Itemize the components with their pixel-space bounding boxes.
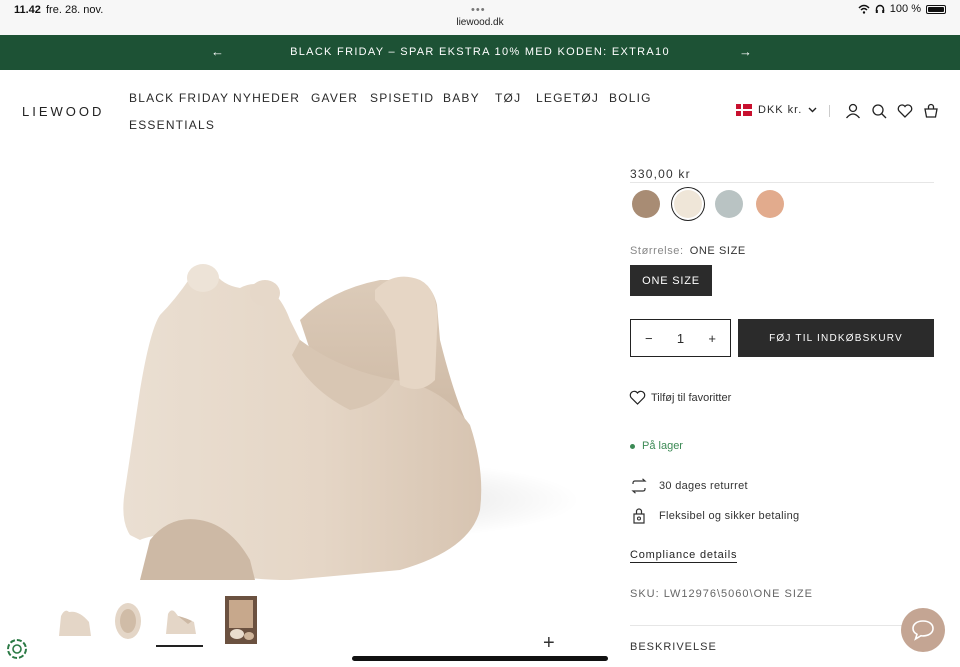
denmark-flag-icon bbox=[736, 104, 752, 116]
status-indicators: 100 % bbox=[858, 3, 946, 15]
return-arrows-icon bbox=[631, 478, 647, 494]
home-indicator[interactable] bbox=[352, 656, 608, 661]
quantity-stepper: − 1 + bbox=[630, 319, 731, 357]
active-thumbnail-indicator bbox=[156, 645, 203, 647]
thumbnail-4[interactable] bbox=[217, 596, 265, 644]
color-swatch-sandy[interactable] bbox=[674, 190, 702, 218]
color-swatch-blue-grey[interactable] bbox=[715, 190, 743, 218]
wifi-icon bbox=[858, 4, 870, 14]
account-icon[interactable] bbox=[844, 102, 862, 120]
size-key: Størrelse: bbox=[630, 245, 684, 257]
add-to-cart-button[interactable]: FØJ TIL INDKØBSKURV bbox=[738, 319, 934, 357]
favorites-label: Tilføj til favoritter bbox=[651, 391, 732, 404]
product-image-potty[interactable] bbox=[0, 140, 610, 590]
nav-item-nyheder[interactable]: NYHEDER bbox=[233, 91, 300, 105]
nav-item-black-friday[interactable]: BLACK FRIDAY bbox=[129, 91, 229, 105]
thumbnail-3[interactable] bbox=[156, 596, 204, 644]
battery-percent: 100 % bbox=[889, 3, 921, 15]
status-bar: 11.42 fre. 28. nov. ••• liewood.dk 100 % bbox=[0, 0, 960, 35]
returns-info: 30 dages returret bbox=[630, 478, 748, 494]
headphones-icon bbox=[875, 4, 884, 13]
chevron-down-icon bbox=[808, 107, 817, 113]
header-divider bbox=[829, 105, 830, 117]
cart-icon[interactable] bbox=[922, 102, 940, 120]
heart-outline-icon bbox=[629, 390, 646, 405]
payment-label: Fleksibel og sikker betaling bbox=[659, 510, 800, 522]
color-swatch-peach[interactable] bbox=[756, 190, 784, 218]
announcement-bar: ← BLACK FRIDAY – SPAR EKSTRA 10% MED KOD… bbox=[0, 35, 960, 70]
stock-status: På lager bbox=[630, 440, 683, 452]
address-bar-url[interactable]: liewood.dk bbox=[0, 17, 960, 28]
product-price: 330,00 kr bbox=[630, 167, 691, 181]
size-option-button[interactable]: ONE SIZE bbox=[630, 265, 712, 296]
status-date: fre. 28. nov. bbox=[46, 4, 104, 16]
nav-item-spisetid[interactable]: SPISETID bbox=[370, 91, 434, 105]
thumbnail-1[interactable] bbox=[51, 596, 99, 644]
add-to-favorites-link[interactable]: Tilføj til favoritter bbox=[629, 390, 731, 405]
returns-label: 30 dages returret bbox=[659, 480, 748, 492]
description-accordion[interactable]: BESKRIVELSE bbox=[630, 641, 717, 653]
divider bbox=[630, 182, 934, 183]
size-value: ONE SIZE bbox=[689, 245, 746, 257]
divider bbox=[630, 625, 934, 626]
qty-minus-button[interactable]: − bbox=[645, 331, 653, 346]
search-icon[interactable] bbox=[870, 102, 888, 120]
stock-dot-icon bbox=[630, 443, 635, 449]
qty-value[interactable]: 1 bbox=[677, 331, 684, 346]
chat-button[interactable] bbox=[901, 608, 945, 652]
nav-item-gaver[interactable]: GAVER bbox=[311, 91, 358, 105]
nav-item-toj[interactable]: TØJ bbox=[495, 91, 521, 105]
multitask-dots[interactable]: ••• bbox=[471, 4, 486, 16]
chat-bubble-icon bbox=[912, 620, 934, 641]
eco-badge-icon[interactable] bbox=[6, 638, 28, 660]
nav-item-legetoj[interactable]: LEGETØJ bbox=[536, 91, 599, 105]
payment-info: Fleksibel og sikker betaling bbox=[630, 507, 799, 525]
qty-plus-button[interactable]: + bbox=[708, 331, 716, 346]
currency-label: DKK kr. bbox=[758, 104, 803, 116]
nav-item-essentials[interactable]: ESSENTIALS bbox=[129, 118, 215, 132]
nav-item-bolig[interactable]: BOLIG bbox=[609, 91, 652, 105]
product-sku: SKU: LW12976\5060\ONE SIZE bbox=[630, 588, 813, 600]
size-label: Størrelse: ONE SIZE bbox=[630, 245, 746, 257]
battery-icon bbox=[926, 4, 946, 14]
zoom-plus-icon[interactable]: + bbox=[543, 632, 555, 655]
status-time: 11.42 bbox=[14, 4, 41, 16]
thumbnail-2[interactable] bbox=[104, 596, 152, 644]
heart-icon[interactable] bbox=[896, 102, 914, 120]
color-swatch-brown[interactable] bbox=[632, 190, 660, 218]
next-announcement-arrow-icon[interactable]: → bbox=[739, 44, 752, 59]
site-logo[interactable]: LIEWOOD bbox=[22, 104, 104, 119]
currency-selector[interactable]: DKK kr. bbox=[736, 104, 817, 116]
nav-item-baby[interactable]: BABY bbox=[443, 91, 480, 105]
stock-label: På lager bbox=[642, 440, 683, 452]
compliance-details-link[interactable]: Compliance details bbox=[630, 549, 738, 563]
secure-payment-icon bbox=[633, 508, 645, 524]
announcement-text[interactable]: BLACK FRIDAY – SPAR EKSTRA 10% MED KODEN… bbox=[0, 46, 960, 58]
